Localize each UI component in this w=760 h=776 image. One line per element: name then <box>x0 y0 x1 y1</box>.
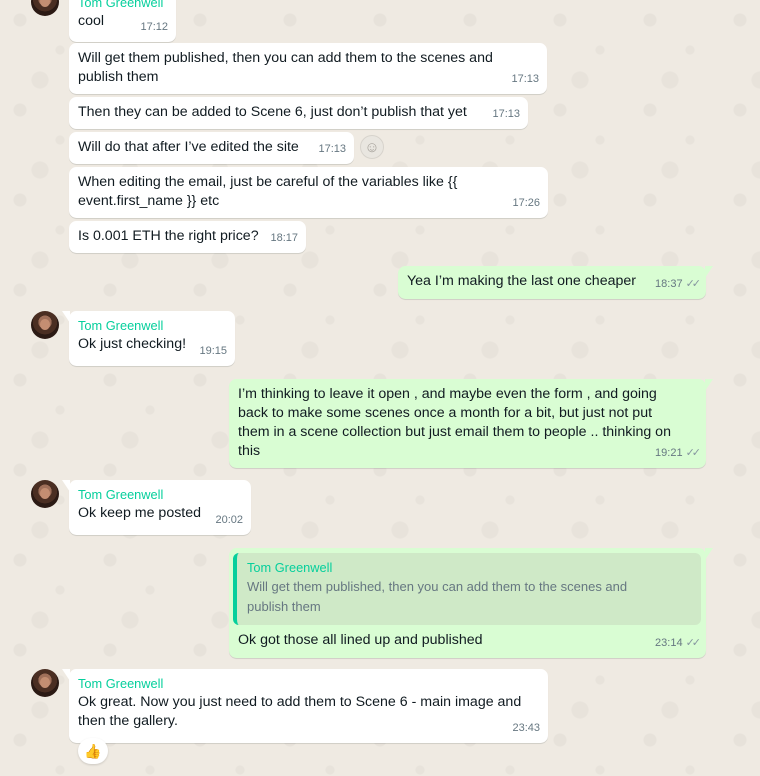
message-bubble[interactable]: Will get them published, then you can ad… <box>69 43 547 94</box>
message-time: 18:37 ✓✓ <box>655 275 702 294</box>
message-bubble-outgoing[interactable]: Yea I’m making the last one cheaper 18:3… <box>398 266 713 299</box>
quoted-message[interactable]: Tom Greenwell Will get them published, t… <box>233 553 701 625</box>
thumbs-up-reaction-icon[interactable]: 👍 <box>78 738 108 764</box>
message-time: 17:13 <box>492 108 520 120</box>
smiley-icon[interactable]: ☺ <box>360 135 384 159</box>
sender-name[interactable]: Tom Greenwell <box>78 317 226 335</box>
contact-avatar[interactable] <box>31 311 59 339</box>
message-time: 17:13 <box>318 143 346 155</box>
message-time: 17:12 <box>140 21 168 33</box>
message-time: 17:13 <box>511 73 539 85</box>
message-text: Yea I’m making the last one cheaper <box>407 273 636 289</box>
sender-name: Tom Greenwell <box>78 0 164 10</box>
message-time: 23:14 ✓✓ <box>655 634 702 653</box>
message-time: 23:43 <box>512 722 540 734</box>
message-bubble-outgoing[interactable]: Tom Greenwell Will get them published, t… <box>229 548 713 658</box>
time-value: 19:21 <box>655 447 683 459</box>
message-bubble[interactable]: Tom Greenwell Ok great. Now you just nee… <box>62 669 548 743</box>
message-time: 19:21 ✓✓ <box>655 444 702 463</box>
message-bubble[interactable]: Tom Greenwell Ok just checking! 19:15 <box>62 311 235 366</box>
read-ticks-icon: ✓✓ <box>685 447 702 459</box>
sender-name[interactable]: Tom Greenwell <box>78 486 242 504</box>
read-ticks-icon: ✓✓ <box>685 278 702 290</box>
message-bubble-outgoing[interactable]: I’m thinking to leave it open , and mayb… <box>229 379 713 468</box>
contact-avatar[interactable] <box>31 480 59 508</box>
contact-avatar[interactable] <box>31 669 59 697</box>
quoted-text: Will get them published, then you can ad… <box>247 579 628 614</box>
time-value: 23:14 <box>655 637 683 649</box>
message-bubble[interactable]: Will do that after I’ve edited the site … <box>69 132 354 164</box>
message-time: 19:15 <box>199 345 227 357</box>
message-bubble[interactable]: Tom Greenwell cool 17:12 <box>69 0 176 42</box>
message-text: I’m thinking to leave it open , and mayb… <box>238 386 671 459</box>
message-text: Is 0.001 ETH the right price? <box>78 228 259 244</box>
message-text: Ok great. Now you just need to add them … <box>78 694 522 729</box>
message-text: Will do that after I’ve edited the site <box>78 139 299 155</box>
message-time: 18:17 <box>270 232 298 244</box>
message-bubble[interactable]: Is 0.001 ETH the right price? 18:17 <box>69 221 306 253</box>
message-text: When editing the email, just be careful … <box>78 174 458 209</box>
message-bubble[interactable]: Tom Greenwell Ok keep me posted 20:02 <box>62 480 251 535</box>
message-time: 20:02 <box>215 514 243 526</box>
sender-name[interactable]: Tom Greenwell <box>78 675 539 693</box>
message-text: Ok got those all lined up and published <box>238 632 483 648</box>
message-time: 17:26 <box>512 197 540 209</box>
quoted-sender: Tom Greenwell <box>247 560 333 575</box>
message-text: Then they can be added to Scene 6, just … <box>78 104 467 120</box>
time-value: 18:37 <box>655 278 683 290</box>
message-bubble[interactable]: Then they can be added to Scene 6, just … <box>69 97 528 129</box>
read-ticks-icon: ✓✓ <box>685 637 702 649</box>
message-text: Will get them published, then you can ad… <box>78 50 493 85</box>
message-bubble[interactable]: When editing the email, just be careful … <box>69 167 548 218</box>
